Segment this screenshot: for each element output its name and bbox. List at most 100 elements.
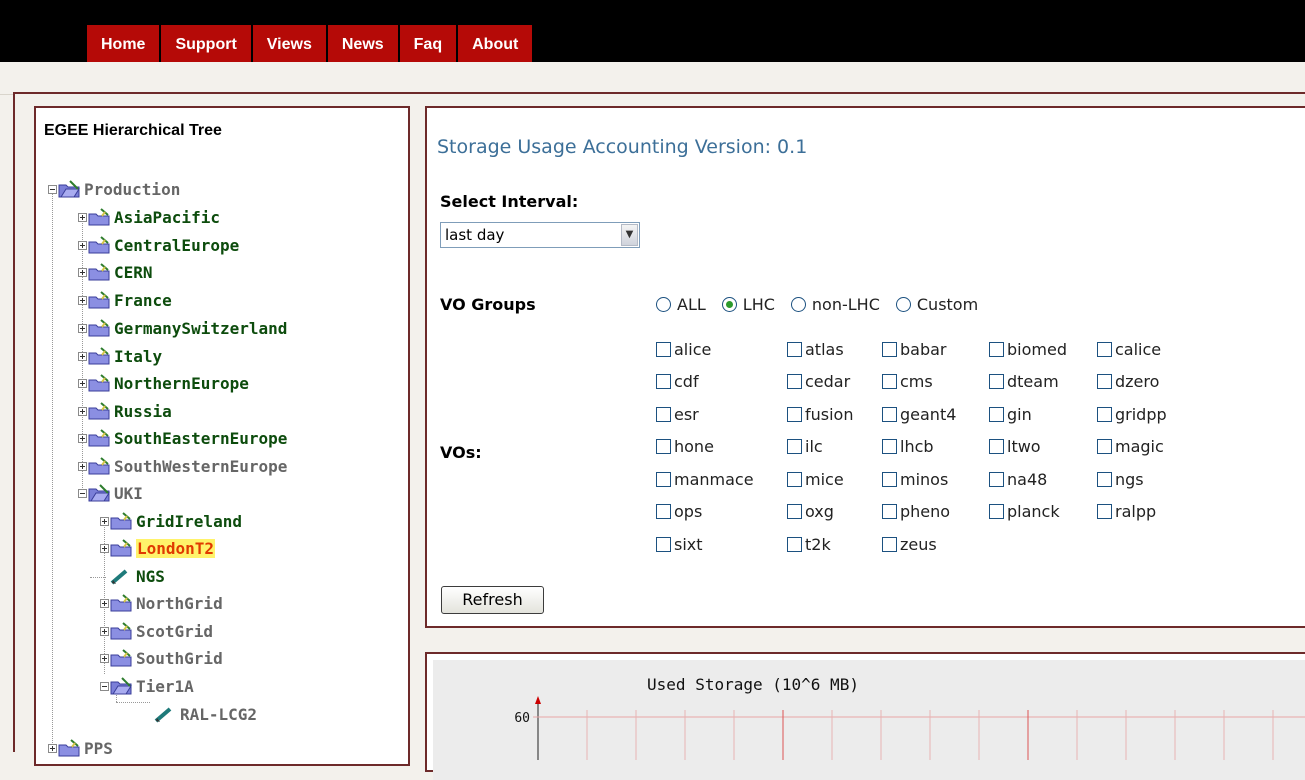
tab-support[interactable]: Support [161,25,253,62]
checkbox-icon[interactable] [989,342,1004,357]
tree-node-label[interactable]: France [114,291,172,310]
tree-node-label[interactable]: SouthWesternEurope [114,457,287,476]
radio-all[interactable]: ALL [656,295,706,314]
tree-node-label[interactable]: Russia [114,402,172,421]
vo-checkbox-mice[interactable]: mice [787,470,844,489]
tree-node[interactable]: CentralEurope [78,234,239,256]
checkbox-icon[interactable] [787,504,802,519]
expand-icon[interactable] [100,543,109,553]
vo-checkbox-cdf[interactable]: cdf [656,372,699,391]
interval-select[interactable]: last day ▼ [440,222,640,248]
tree-node-label[interactable]: RAL-LCG2 [180,705,257,724]
checkbox-icon[interactable] [656,472,671,487]
radio-non-lhc[interactable]: non-LHC [790,295,880,314]
tree-node-label[interactable]: SouthGrid [136,649,223,668]
vo-checkbox-ngs[interactable]: ngs [1097,470,1144,489]
checkbox-icon[interactable] [787,439,802,454]
tree-node-label[interactable]: CERN [114,263,153,282]
vo-checkbox-oxg[interactable]: oxg [787,502,834,521]
tree-node-label[interactable]: Italy [114,347,162,366]
collapse-icon[interactable] [78,488,87,498]
vo-checkbox-cedar[interactable]: cedar [787,372,850,391]
checkbox-icon[interactable] [989,439,1004,454]
tree-node[interactable]: Tier1A [100,675,194,697]
vo-checkbox-ops[interactable]: ops [656,502,702,521]
vo-checkbox-na48[interactable]: na48 [989,470,1047,489]
checkbox-icon[interactable] [787,342,802,357]
tree-node-label[interactable]: GridIreland [136,512,242,531]
checkbox-icon[interactable] [787,374,802,389]
expand-icon[interactable] [48,743,57,753]
tree-node[interactable]: UKI [78,482,143,504]
expand-icon[interactable] [78,433,87,443]
expand-icon[interactable] [78,406,87,416]
expand-icon[interactable] [78,240,87,250]
radio-lhc[interactable]: LHC [721,295,775,314]
vo-checkbox-ltwo[interactable]: ltwo [989,437,1041,456]
tree-node[interactable]: NorthGrid [100,592,223,614]
vo-checkbox-manmace[interactable]: manmace [656,470,754,489]
radio-icon[interactable] [895,297,911,312]
vo-checkbox-ilc[interactable]: ilc [787,437,823,456]
radio-custom[interactable]: Custom [895,295,978,314]
tree-node[interactable]: NorthernEurope [78,372,249,394]
tree-node-label[interactable]: SouthEasternEurope [114,429,287,448]
tab-faq[interactable]: Faq [399,25,459,62]
checkbox-icon[interactable] [1097,342,1112,357]
vo-checkbox-alice[interactable]: alice [656,340,711,359]
vo-checkbox-planck[interactable]: planck [989,502,1060,521]
expand-icon[interactable] [100,516,109,526]
vo-checkbox-gridpp[interactable]: gridpp [1097,405,1167,424]
checkbox-icon[interactable] [787,537,802,552]
checkbox-icon[interactable] [1097,504,1112,519]
vo-checkbox-hone[interactable]: hone [656,437,714,456]
radio-selected-icon[interactable] [721,297,737,312]
tree-node[interactable]: AsiaPacific [78,206,220,228]
vo-checkbox-geant4[interactable]: geant4 [882,405,956,424]
expand-icon[interactable] [78,212,87,222]
checkbox-icon[interactable] [656,439,671,454]
tree-node[interactable]: Russia [78,400,172,422]
tree-node-label[interactable]: AsiaPacific [114,208,220,227]
vo-checkbox-cms[interactable]: cms [882,372,933,391]
refresh-button[interactable]: Refresh [441,586,544,614]
tree-node[interactable]: Production [48,178,180,200]
tab-views[interactable]: Views [252,25,328,62]
collapse-icon[interactable] [100,681,109,691]
expand-icon[interactable] [100,598,109,608]
expand-icon[interactable] [78,461,87,471]
vo-checkbox-pheno[interactable]: pheno [882,502,950,521]
tree-node-label[interactable]: NGS [136,567,165,586]
checkbox-icon[interactable] [1097,472,1112,487]
vo-checkbox-biomed[interactable]: biomed [989,340,1067,359]
vo-checkbox-lhcb[interactable]: lhcb [882,437,934,456]
checkbox-icon[interactable] [882,537,897,552]
vo-checkbox-calice[interactable]: calice [1097,340,1161,359]
checkbox-icon[interactable] [656,407,671,422]
checkbox-icon[interactable] [1097,374,1112,389]
vo-checkbox-dteam[interactable]: dteam [989,372,1059,391]
checkbox-icon[interactable] [1097,407,1112,422]
expand-icon[interactable] [78,295,87,305]
expand-icon[interactable] [78,267,87,277]
checkbox-icon[interactable] [882,374,897,389]
checkbox-icon[interactable] [656,504,671,519]
expand-icon[interactable] [78,351,87,361]
vo-checkbox-dzero[interactable]: dzero [1097,372,1159,391]
tree-node[interactable]: Italy [78,345,162,367]
tree-node-label[interactable]: Production [84,180,180,199]
checkbox-icon[interactable] [882,342,897,357]
radio-icon[interactable] [790,297,806,312]
tree-node-label[interactable]: LondonT2 [136,538,216,558]
tree-node[interactable]: GridIreland [100,510,242,532]
checkbox-icon[interactable] [989,407,1004,422]
expand-icon[interactable] [100,653,109,663]
vo-checkbox-atlas[interactable]: atlas [787,340,844,359]
tree-node-label[interactable]: PPS [84,739,113,758]
vo-checkbox-sixt[interactable]: sixt [656,535,703,554]
tree-node[interactable]: SouthEasternEurope [78,427,287,449]
tree-node-label[interactable]: CentralEurope [114,236,239,255]
tree-node[interactable]: GermanySwitzerland [78,317,287,339]
tree-node-label[interactable]: NorthGrid [136,594,223,613]
vo-checkbox-zeus[interactable]: zeus [882,535,937,554]
